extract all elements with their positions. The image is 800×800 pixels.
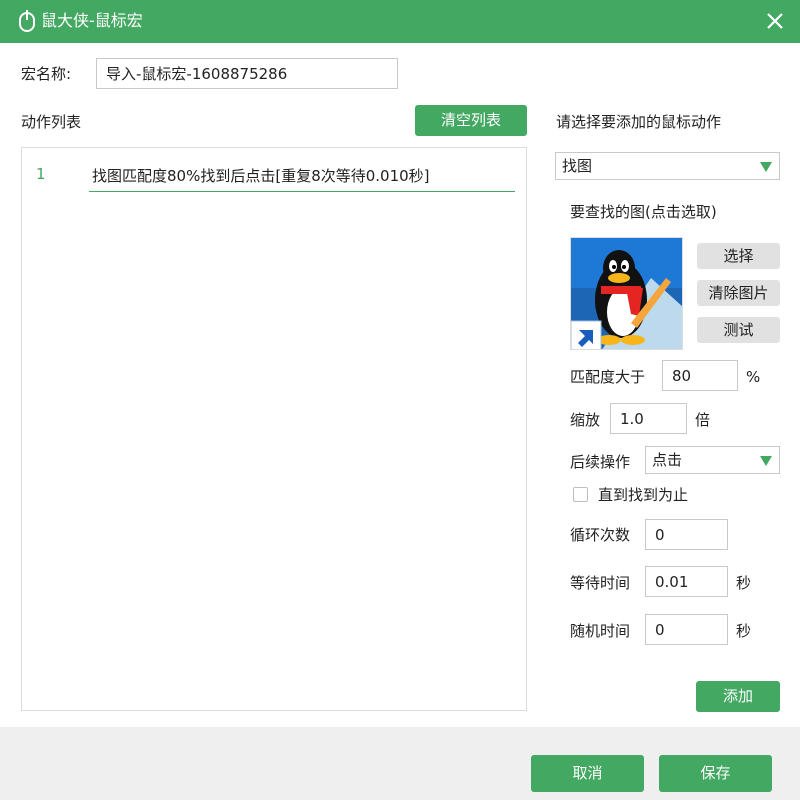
action-list-label: 动作列表 [21, 113, 82, 131]
random-unit: 秒 [736, 622, 752, 640]
wait-label: 等待时间 [570, 574, 631, 592]
list-item-underline [89, 191, 515, 192]
add-action-button[interactable]: 添加 [696, 681, 780, 712]
loop-input[interactable] [645, 519, 728, 550]
action-type-value: 找图 [562, 157, 593, 175]
cancel-button[interactable]: 取消 [531, 755, 644, 792]
add-panel-title: 请选择要添加的鼠标动作 [556, 113, 722, 131]
match-label: 匹配度大于 [570, 368, 646, 386]
close-icon[interactable] [762, 8, 788, 34]
select-image-button[interactable]: 选择 [697, 243, 780, 269]
followup-value: 点击 [652, 451, 683, 469]
scale-unit: 倍 [695, 411, 711, 429]
match-input[interactable] [662, 360, 738, 391]
image-preview[interactable] [570, 237, 683, 350]
list-item-text: 找图匹配度80%找到后点击[重复8次等待0.010秒] [92, 167, 430, 185]
until-found-label: 直到找到为止 [598, 486, 689, 504]
dropdown-arrow-icon [760, 456, 772, 466]
penguin-image-icon [571, 238, 682, 349]
followup-label: 后续操作 [570, 453, 631, 471]
macro-name-label: 宏名称: [21, 65, 72, 83]
save-button[interactable]: 保存 [659, 755, 772, 792]
list-item-index: 1 [36, 165, 46, 183]
clear-image-button[interactable]: 清除图片 [697, 280, 780, 306]
clear-list-button[interactable]: 清空列表 [415, 105, 527, 136]
macro-name-input[interactable] [96, 58, 398, 89]
random-label: 随机时间 [570, 622, 631, 640]
scale-label: 缩放 [570, 411, 601, 429]
test-button[interactable]: 测试 [697, 317, 780, 343]
action-type-select[interactable]: 找图 [555, 152, 780, 180]
title-bar: 鼠大侠-鼠标宏 [0, 0, 800, 43]
dropdown-arrow-icon [760, 162, 772, 172]
loop-label: 循环次数 [570, 526, 631, 544]
action-list: 1 找图匹配度80%找到后点击[重复8次等待0.010秒] [21, 147, 527, 711]
mouse-logo-icon [19, 10, 35, 32]
list-item[interactable]: 1 找图匹配度80%找到后点击[重复8次等待0.010秒] [22, 156, 526, 196]
scale-input[interactable] [610, 403, 687, 434]
window-title: 鼠大侠-鼠标宏 [41, 11, 143, 30]
match-unit: % [746, 368, 761, 386]
random-input[interactable] [645, 614, 728, 645]
until-found-checkbox[interactable] [573, 487, 588, 502]
image-label: 要查找的图(点击选取) [570, 203, 717, 221]
followup-select[interactable]: 点击 [645, 446, 780, 474]
wait-unit: 秒 [736, 574, 752, 592]
wait-input[interactable] [645, 566, 728, 597]
